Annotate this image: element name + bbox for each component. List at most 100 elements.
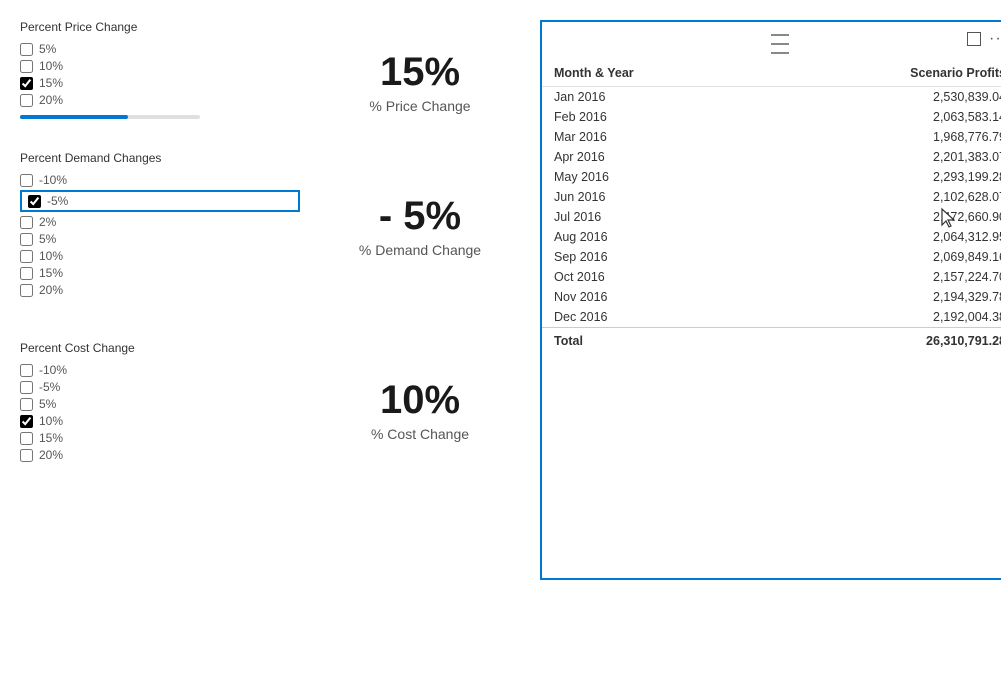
demand-checkbox-2[interactable] [20,216,33,229]
demand-option-20[interactable]: 20% [20,283,300,297]
demand-checkbox-list: -10% -5% 2% 5% 10% 15% 20% [20,173,300,297]
more-options-button[interactable]: ··· [989,30,1001,48]
demand-checkbox-neg5[interactable] [28,195,41,208]
cost-option-10[interactable]: 10% [20,414,300,428]
price-slicer-track [20,115,200,119]
left-filter-panel: Percent Price Change 5% 10% 15% 20% [20,20,300,675]
cost-option-5[interactable]: 5% [20,397,300,411]
price-filter-section: Percent Price Change 5% 10% 15% 20% [20,20,300,135]
price-checkbox-15[interactable] [20,77,33,90]
demand-checkbox-neg10[interactable] [20,174,33,187]
price-option-15[interactable]: 15% [20,76,300,90]
table-row: May 2016 2,293,199.28 [542,167,1001,187]
price-checkbox-5[interactable] [20,43,33,56]
demand-metric-label: % Demand Change [320,242,520,258]
price-checkbox-20[interactable] [20,94,33,107]
table-cell-month: Jul 2016 [542,207,763,227]
demand-option-10[interactable]: 10% [20,249,300,263]
hamburger-icon[interactable] [767,30,793,58]
demand-metric-value: - 5% [320,194,520,238]
demand-checkbox-10[interactable] [20,250,33,263]
table-cell-month: Jan 2016 [542,87,763,108]
cost-metric-value: 10% [320,378,520,422]
table-cell-value: 2,063,583.14 [763,107,1001,127]
demand-option-neg10[interactable]: -10% [20,173,300,187]
col-scenario-profits-header: Scenario Profits [763,62,1001,87]
table-cell-month: Feb 2016 [542,107,763,127]
scenario-profits-table: Month & Year Scenario Profits Jan 2016 2… [542,62,1001,351]
table-total-label: Total [542,328,763,352]
demand-option-neg5[interactable]: -5% [20,190,300,212]
table-row: Sep 2016 2,069,849.16 [542,247,1001,267]
demand-checkbox-5[interactable] [20,233,33,246]
table-cell-value: 2,064,312.95 [763,227,1001,247]
cost-checkbox-list: -10% -5% 5% 10% 15% 20% [20,363,300,462]
table-cell-month: Jun 2016 [542,187,763,207]
price-checkbox-list: 5% 10% 15% 20% [20,42,300,107]
cost-option-neg10[interactable]: -10% [20,363,300,377]
price-filter-title: Percent Price Change [20,20,300,34]
table-cell-month: Dec 2016 [542,307,763,328]
table-cell-month: Mar 2016 [542,127,763,147]
center-metrics-panel: 15% % Price Change - 5% % Demand Change … [320,20,520,675]
table-cell-value: 2,201,383.07 [763,147,1001,167]
table-row: Apr 2016 2,201,383.07 [542,147,1001,167]
scenario-table-card: ··· Month & Year Scenario Profits Jan 20… [540,20,1001,580]
price-metric-value: 15% [320,50,520,94]
cost-checkbox-5[interactable] [20,398,33,411]
table-cell-value: 2,293,199.28 [763,167,1001,187]
cost-checkbox-neg10[interactable] [20,364,33,377]
table-row: Jul 2016 2,472,660.90 [542,207,1001,227]
table-row: Dec 2016 2,192,004.38 [542,307,1001,328]
price-option-5[interactable]: 5% [20,42,300,56]
table-cell-month: Apr 2016 [542,147,763,167]
demand-option-15[interactable]: 15% [20,266,300,280]
expand-button[interactable] [967,32,981,46]
demand-filter-title: Percent Demand Changes [20,151,300,165]
price-option-10[interactable]: 10% [20,59,300,73]
demand-option-5[interactable]: 5% [20,232,300,246]
table-cell-month: May 2016 [542,167,763,187]
col-month-year-header: Month & Year [542,62,763,87]
table-cell-value: 2,194,329.78 [763,287,1001,307]
table-total-value: 26,310,791.28 [763,328,1001,352]
toolbar-line-2 [771,43,789,45]
cost-option-15[interactable]: 15% [20,431,300,445]
right-table-panel: ··· Month & Year Scenario Profits Jan 20… [540,20,1001,675]
table-cell-month: Oct 2016 [542,267,763,287]
cost-checkbox-15[interactable] [20,432,33,445]
toolbar-line-3 [771,52,789,54]
cost-checkbox-neg5[interactable] [20,381,33,394]
cost-metric-label: % Cost Change [320,426,520,442]
table-toolbar: ··· [542,22,1001,62]
cost-option-20[interactable]: 20% [20,448,300,462]
table-cell-month: Aug 2016 [542,227,763,247]
cost-filter-title: Percent Cost Change [20,341,300,355]
price-option-20[interactable]: 20% [20,93,300,107]
table-header-row: Month & Year Scenario Profits [542,62,1001,87]
demand-checkbox-15[interactable] [20,267,33,280]
table-cell-value: 2,530,839.04 [763,87,1001,108]
table-row: Aug 2016 2,064,312.95 [542,227,1001,247]
table-cell-value: 2,157,224.70 [763,267,1001,287]
toolbar-right-buttons: ··· [967,30,1001,48]
cost-option-neg5[interactable]: -5% [20,380,300,394]
table-row: Jan 2016 2,530,839.04 [542,87,1001,108]
table-body: Jan 2016 2,530,839.04 Feb 2016 2,063,583… [542,87,1001,352]
price-metric-label: % Price Change [320,98,520,114]
price-checkbox-10[interactable] [20,60,33,73]
toolbar-line-1 [771,34,789,36]
demand-option-2[interactable]: 2% [20,215,300,229]
table-row: Nov 2016 2,194,329.78 [542,287,1001,307]
table-cell-value: 2,472,660.90 [763,207,1001,227]
cost-checkbox-20[interactable] [20,449,33,462]
demand-checkbox-20[interactable] [20,284,33,297]
demand-filter-section: Percent Demand Changes -10% -5% 2% 5% 10… [20,151,300,305]
table-cell-value: 2,102,628.07 [763,187,1001,207]
table-row: Mar 2016 1,968,776.79 [542,127,1001,147]
table-cell-value: 1,968,776.79 [763,127,1001,147]
table-row: Jun 2016 2,102,628.07 [542,187,1001,207]
demand-metric-block: - 5% % Demand Change [320,194,520,258]
cost-checkbox-10[interactable] [20,415,33,428]
expand-icon [967,32,981,46]
